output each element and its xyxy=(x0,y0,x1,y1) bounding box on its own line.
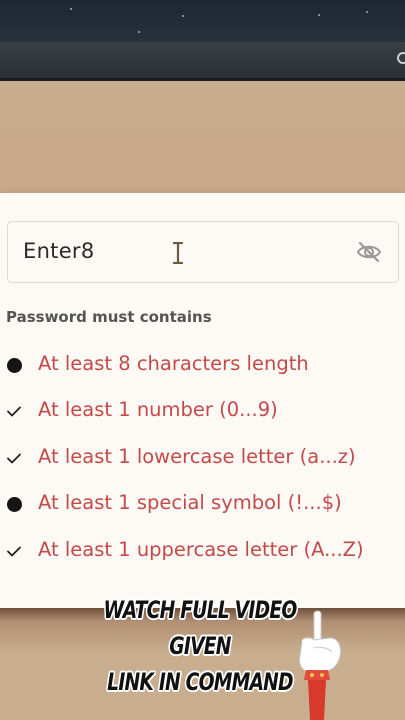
bullet-icon xyxy=(6,496,22,512)
star xyxy=(70,8,72,10)
background-panel xyxy=(0,81,405,193)
text-cursor-icon xyxy=(172,242,184,264)
rule-label: At least 1 special symbol (!...$) xyxy=(38,491,342,514)
promo-line-1: WATCH FULL VIDEO GIVEN xyxy=(103,596,298,660)
bullet-icon xyxy=(6,357,22,373)
rule-special-symbol: At least 1 special symbol (!...$) xyxy=(0,489,405,519)
settings-icon[interactable] xyxy=(397,52,405,64)
top-bar xyxy=(0,42,405,81)
rule-label: At least 1 uppercase letter (A...Z) xyxy=(38,538,364,561)
star xyxy=(366,11,368,13)
password-value[interactable]: Enter8 xyxy=(23,239,95,263)
star xyxy=(318,14,320,16)
rule-label: At least 1 number (0...9) xyxy=(38,398,278,421)
password-input[interactable]: Enter8 xyxy=(7,221,399,283)
rules-title: Password must contains xyxy=(6,308,212,326)
rule-number: At least 1 number (0...9) xyxy=(0,396,405,426)
promo-line-2: LINK IN COMMAND xyxy=(107,668,293,696)
star xyxy=(138,31,140,33)
rule-uppercase: At least 1 uppercase letter (A...Z) xyxy=(0,536,405,566)
star xyxy=(182,15,184,17)
pointing-hand-icon xyxy=(299,610,341,720)
rule-lowercase: At least 1 lowercase letter (a...z) xyxy=(0,443,405,473)
eye-off-icon[interactable] xyxy=(356,240,382,264)
check-icon xyxy=(7,546,21,557)
screen: Enter8 Password must contains At least 8… xyxy=(0,0,405,720)
check-icon xyxy=(7,453,21,464)
check-icon xyxy=(7,406,21,417)
night-sky-background xyxy=(0,0,405,42)
rule-label: At least 8 characters length xyxy=(38,352,309,375)
rule-label: At least 1 lowercase letter (a...z) xyxy=(38,445,356,468)
rule-min-length: At least 8 characters length xyxy=(0,350,405,380)
promo-caption: WATCH FULL VIDEO GIVEN LINK IN COMMAND xyxy=(83,592,317,700)
password-card: Enter8 Password must contains At least 8… xyxy=(0,193,405,608)
